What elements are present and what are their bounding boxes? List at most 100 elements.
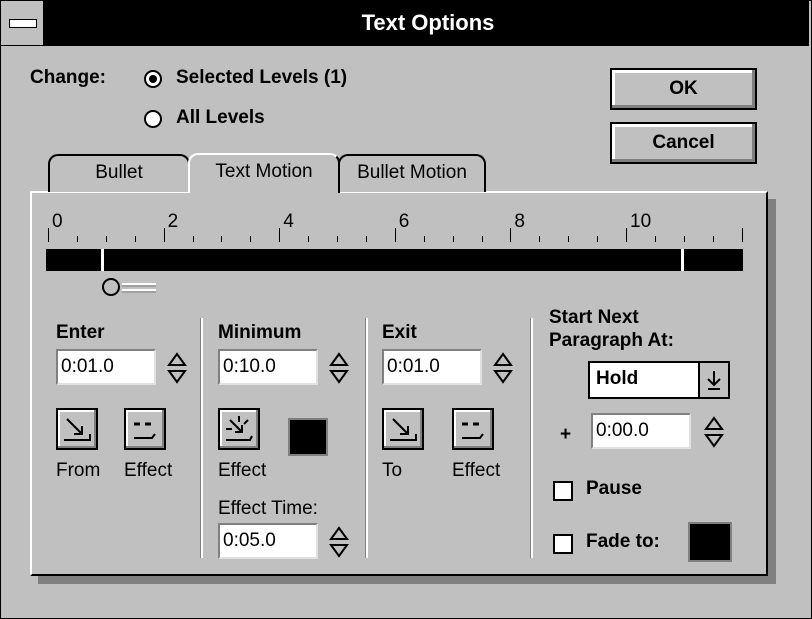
timeline-enter-marker[interactable] <box>101 249 104 271</box>
ruler-tick-label: 0 <box>52 211 63 232</box>
ruler-major-tick <box>626 228 627 242</box>
ruler-minor-tick <box>250 236 252 242</box>
ruler-tick-label: 8 <box>514 211 525 232</box>
tab-bullet[interactable]: Bullet <box>48 154 190 192</box>
effect-time-spinner[interactable] <box>329 523 349 561</box>
exit-time-spinner[interactable] <box>493 349 513 387</box>
spinner-icon <box>704 416 724 448</box>
system-menu-button[interactable] <box>1 1 45 45</box>
ruler-minor-tick <box>221 236 223 242</box>
ruler-major-tick <box>741 228 743 242</box>
minimum-effect-button[interactable] <box>218 408 260 450</box>
offset-time-spinner[interactable] <box>704 413 724 451</box>
minimum-color-swatch[interactable] <box>288 418 328 456</box>
ruler-minor-tick <box>568 236 570 242</box>
timeline-playhead[interactable] <box>102 278 158 296</box>
start-next-select[interactable]: Hold <box>588 361 730 399</box>
enter-from-label: From <box>56 460 101 481</box>
ruler-minor-tick <box>308 236 310 242</box>
timeline-exit-marker[interactable] <box>681 249 684 271</box>
plus-label: + <box>560 424 572 445</box>
ruler-minor-tick <box>481 236 483 242</box>
ruler-minor-tick <box>712 236 714 242</box>
ruler-major-tick <box>279 228 281 242</box>
separator <box>365 318 368 558</box>
exit-effect-button[interactable] <box>452 408 494 450</box>
pause-checkbox[interactable] <box>553 481 573 501</box>
fade-to-label[interactable]: Fade to: <box>586 531 660 553</box>
minimum-label: Minimum <box>218 322 302 343</box>
exit-effect-label: Effect <box>452 460 501 481</box>
offset-time-field[interactable]: 0:00.0 <box>591 413 691 449</box>
radio-all-levels[interactable] <box>144 110 162 128</box>
system-menu-icon <box>9 19 37 28</box>
enter-from-button[interactable] <box>56 408 98 450</box>
ruler-minor-tick <box>337 236 338 242</box>
radio-selected-dot <box>149 75 157 83</box>
ruler-major-tick <box>48 228 49 242</box>
ruler-tick-label: 4 <box>283 211 294 232</box>
ruler-minor-tick <box>539 236 541 242</box>
dropdown-arrow-icon <box>707 371 721 390</box>
paragraph-at-label: Paragraph At: <box>549 330 674 351</box>
spinner-icon <box>329 526 349 558</box>
ruler-minor-tick <box>134 236 136 242</box>
fade-color-swatch[interactable] <box>688 522 732 562</box>
ruler-tick-label: 6 <box>398 211 410 232</box>
ok-button[interactable]: OK <box>610 68 757 110</box>
timeline-bar[interactable] <box>46 249 743 271</box>
radio-all-levels-label[interactable]: All Levels <box>176 107 265 129</box>
ruler-tick-label: 10 <box>630 211 652 232</box>
separator <box>530 318 533 558</box>
ruler-minor-tick <box>423 236 425 242</box>
exit-to-button[interactable] <box>382 408 424 450</box>
ruler-major-tick <box>394 228 396 242</box>
minimum-time-spinner[interactable] <box>329 349 349 387</box>
ruler-major-tick <box>163 228 165 242</box>
dropdown-button[interactable] <box>698 363 728 397</box>
enter-time-spinner[interactable] <box>167 349 187 387</box>
enter-time-field[interactable]: 0:01.0 <box>56 349 156 385</box>
effect-time-field[interactable]: 0:05.0 <box>218 523 318 559</box>
ruler-minor-tick <box>654 236 656 242</box>
diagonal-arrow-icon <box>64 418 91 441</box>
ruler-minor-tick <box>105 236 107 242</box>
radio-selected-levels-label[interactable]: Selected Levels (1) <box>176 67 347 89</box>
ruler-minor-tick <box>683 236 685 242</box>
minimum-effect-label: Effect <box>218 460 267 481</box>
start-next-label: Start Next <box>549 307 639 328</box>
radio-selected-levels[interactable] <box>144 70 162 88</box>
cancel-button[interactable]: Cancel <box>610 122 757 164</box>
burst-arrow-icon <box>226 416 253 441</box>
dash-arrow-icon <box>462 422 484 439</box>
ruler-minor-tick <box>452 236 454 242</box>
ruler-minor-tick <box>192 236 194 242</box>
change-label: Change: <box>30 67 106 88</box>
exit-time-field[interactable]: 0:01.0 <box>382 349 482 385</box>
dash-arrow-icon <box>134 422 156 439</box>
diagonal-arrow-icon <box>390 418 417 441</box>
ruler-minor-tick <box>597 236 599 242</box>
exit-label: Exit <box>382 322 417 343</box>
playhead-icon <box>102 278 156 296</box>
tab-bullet-motion[interactable]: Bullet Motion <box>338 154 486 192</box>
enter-label: Enter <box>56 322 105 343</box>
effect-time-label: Effect Time: <box>218 498 318 519</box>
ruler-minor-tick <box>365 236 367 242</box>
enter-effect-button[interactable] <box>124 408 166 450</box>
pause-label[interactable]: Pause <box>586 478 642 500</box>
spinner-icon <box>167 352 187 384</box>
start-next-select-value: Hold <box>596 368 639 389</box>
minimum-time-field[interactable]: 0:10.0 <box>218 349 318 385</box>
enter-effect-label: Effect <box>124 460 173 481</box>
spinner-icon <box>329 352 349 384</box>
separator <box>200 318 203 558</box>
exit-to-label: To <box>382 460 403 481</box>
fade-to-checkbox[interactable] <box>553 534 573 554</box>
tab-text-motion[interactable]: Text Motion <box>188 153 340 193</box>
ruler-minor-tick <box>76 236 78 242</box>
spinner-icon <box>493 352 513 384</box>
ruler-tick-label: 2 <box>167 211 179 232</box>
window-title: Text Options <box>361 10 495 35</box>
ruler-major-tick <box>510 228 512 242</box>
